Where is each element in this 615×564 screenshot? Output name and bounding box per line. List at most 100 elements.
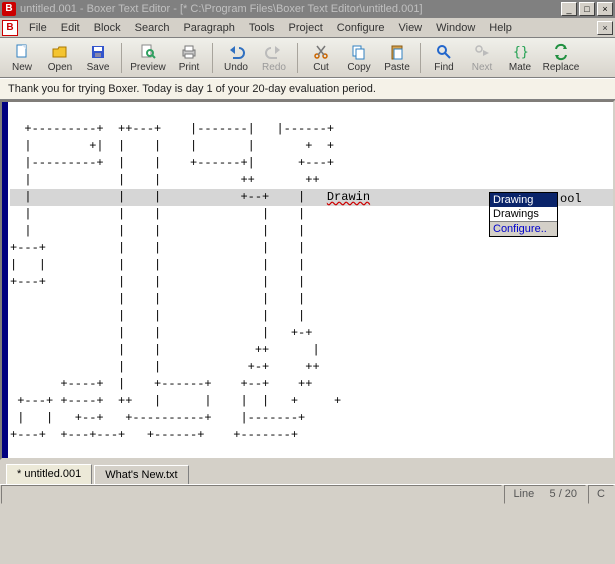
mate-braces-icon: {} xyxy=(511,43,529,61)
window-controls: _ □ × xyxy=(561,2,613,16)
status-bar: Line 5 / 20 C xyxy=(0,484,615,504)
replace-button-label: Replace xyxy=(543,62,580,73)
copy-pages-icon xyxy=(350,43,368,61)
undo-button[interactable]: Undo xyxy=(217,40,255,76)
copy-button-label: Copy xyxy=(347,62,370,73)
toolbar-separator xyxy=(212,43,213,73)
file-tab-whatsnew[interactable]: What's New.txt xyxy=(94,465,188,484)
open-button[interactable]: Open xyxy=(41,40,79,76)
editor-line: +---+ | | | | xyxy=(10,241,305,255)
next-arrow-icon xyxy=(473,43,491,61)
editor-line: +----+ | +------+ +--+ ++ xyxy=(10,377,312,391)
autocomplete-item[interactable]: Drawings xyxy=(490,207,557,221)
menu-configure[interactable]: Configure xyxy=(330,20,392,36)
file-tab-untitled[interactable]: * untitled.001 xyxy=(6,464,92,484)
copy-button[interactable]: Copy xyxy=(340,40,378,76)
status-line-value: 5 / 20 xyxy=(550,488,578,500)
menu-project[interactable]: Project xyxy=(282,20,330,36)
menu-window[interactable]: Window xyxy=(429,20,482,36)
title-bar: B untitled.001 - Boxer Text Editor - [* … xyxy=(0,0,615,18)
editor-line: +---+ +---+---+ +------+ +-------+ xyxy=(10,428,298,442)
autocomplete-trailing-text: ool xyxy=(560,192,582,206)
editor-text[interactable]: +---------+ ++---+ |-------| |------+ | … xyxy=(10,104,613,458)
next-button[interactable]: Next xyxy=(463,40,501,76)
autocomplete-configure[interactable]: Configure.. xyxy=(490,221,557,236)
find-magnifier-icon xyxy=(435,43,453,61)
print-button-label: Print xyxy=(179,62,200,73)
editor-line: | +| | | | | + + xyxy=(10,139,341,153)
redo-arrow-icon xyxy=(265,43,283,61)
menu-help[interactable]: Help xyxy=(482,20,519,36)
mdi-close-button[interactable]: × xyxy=(597,21,613,35)
menu-paragraph[interactable]: Paragraph xyxy=(176,20,241,36)
status-message-area xyxy=(1,485,502,504)
new-button[interactable]: New xyxy=(3,40,41,76)
print-button[interactable]: Print xyxy=(170,40,208,76)
preview-button[interactable]: Preview xyxy=(126,40,170,76)
paste-button[interactable]: Paste xyxy=(378,40,416,76)
cut-scissors-icon xyxy=(312,43,330,61)
editor-line: | | +-+ ++ xyxy=(10,360,320,374)
menu-search[interactable]: Search xyxy=(128,20,177,36)
editor-line: |---------+ | | +------+| +---+ xyxy=(10,156,334,170)
cut-button-label: Cut xyxy=(313,62,329,73)
toolbar-separator xyxy=(121,43,122,73)
autocomplete-item[interactable]: Drawing xyxy=(490,193,557,207)
next-button-label: Next xyxy=(472,62,493,73)
status-line-cell: Line 5 / 20 xyxy=(504,485,586,504)
file-tabs: * untitled.001 What's New.txt xyxy=(0,460,615,484)
mate-button-label: Mate xyxy=(509,62,531,73)
open-folder-icon xyxy=(51,43,69,61)
editor-line: +---+ +----+ ++ | | | | + + xyxy=(10,394,341,408)
editor-area[interactable]: +---------+ ++---+ |-------| |------+ | … xyxy=(0,100,615,460)
editor-line: +---------+ ++---+ |-------| |------+ xyxy=(10,122,334,136)
doc-icon: B xyxy=(2,20,18,36)
find-button[interactable]: Find xyxy=(425,40,463,76)
redo-button[interactable]: Redo xyxy=(255,40,293,76)
new-file-icon xyxy=(13,43,31,61)
status-mode-cell: C xyxy=(588,485,614,504)
paste-clipboard-icon xyxy=(388,43,406,61)
menu-bar: B File Edit Block Search Paragraph Tools… xyxy=(0,18,615,38)
editor-line: | | | +-+ xyxy=(10,326,312,340)
editor-line: | | | | | xyxy=(10,224,305,238)
svg-text:{}: {} xyxy=(513,45,529,60)
status-line-label: Line xyxy=(513,488,534,500)
editor-line: | | | | | | xyxy=(10,258,305,272)
spellcheck-squiggle: Drawin xyxy=(327,190,370,204)
toolbar: New Open Save Preview Print Undo Redo Cu… xyxy=(0,38,615,78)
menu-view[interactable]: View xyxy=(391,20,429,36)
replace-cycle-icon xyxy=(552,43,570,61)
editor-line: | | | ++ ++ xyxy=(10,173,320,187)
editor-line: | | +--+ +----------+ |-------+ xyxy=(10,411,305,425)
maximize-button[interactable]: □ xyxy=(579,2,595,16)
menu-block[interactable]: Block xyxy=(87,20,128,36)
preview-button-label: Preview xyxy=(130,62,166,73)
paste-button-label: Paste xyxy=(384,62,410,73)
cut-button[interactable]: Cut xyxy=(302,40,340,76)
toolbar-separator xyxy=(420,43,421,73)
editor-line-text: | | | +--+ | xyxy=(10,190,327,204)
toolbar-separator xyxy=(297,43,298,73)
minimize-button[interactable]: _ xyxy=(561,2,577,16)
save-button[interactable]: Save xyxy=(79,40,117,76)
replace-button[interactable]: Replace xyxy=(539,40,583,76)
menu-edit[interactable]: Edit xyxy=(54,20,87,36)
mate-button[interactable]: {} Mate xyxy=(501,40,539,76)
editor-line: | | ++ | xyxy=(10,343,320,357)
redo-button-label: Redo xyxy=(262,62,286,73)
menu-tools[interactable]: Tools xyxy=(242,20,282,36)
close-button[interactable]: × xyxy=(597,2,613,16)
menu-file[interactable]: File xyxy=(22,20,54,36)
find-button-label: Find xyxy=(434,62,453,73)
app-icon: B xyxy=(2,2,16,16)
autocomplete-popup[interactable]: Drawing Drawings Configure.. xyxy=(489,192,558,237)
editor-line: | | | | xyxy=(10,309,305,323)
save-button-label: Save xyxy=(87,62,110,73)
editor-line: +---+ | | | | xyxy=(10,275,305,289)
editor-line: | | | | | xyxy=(10,207,305,221)
editor-line: | | | | xyxy=(10,292,305,306)
undo-arrow-icon xyxy=(227,43,245,61)
save-floppy-icon xyxy=(89,43,107,61)
print-printer-icon xyxy=(180,43,198,61)
